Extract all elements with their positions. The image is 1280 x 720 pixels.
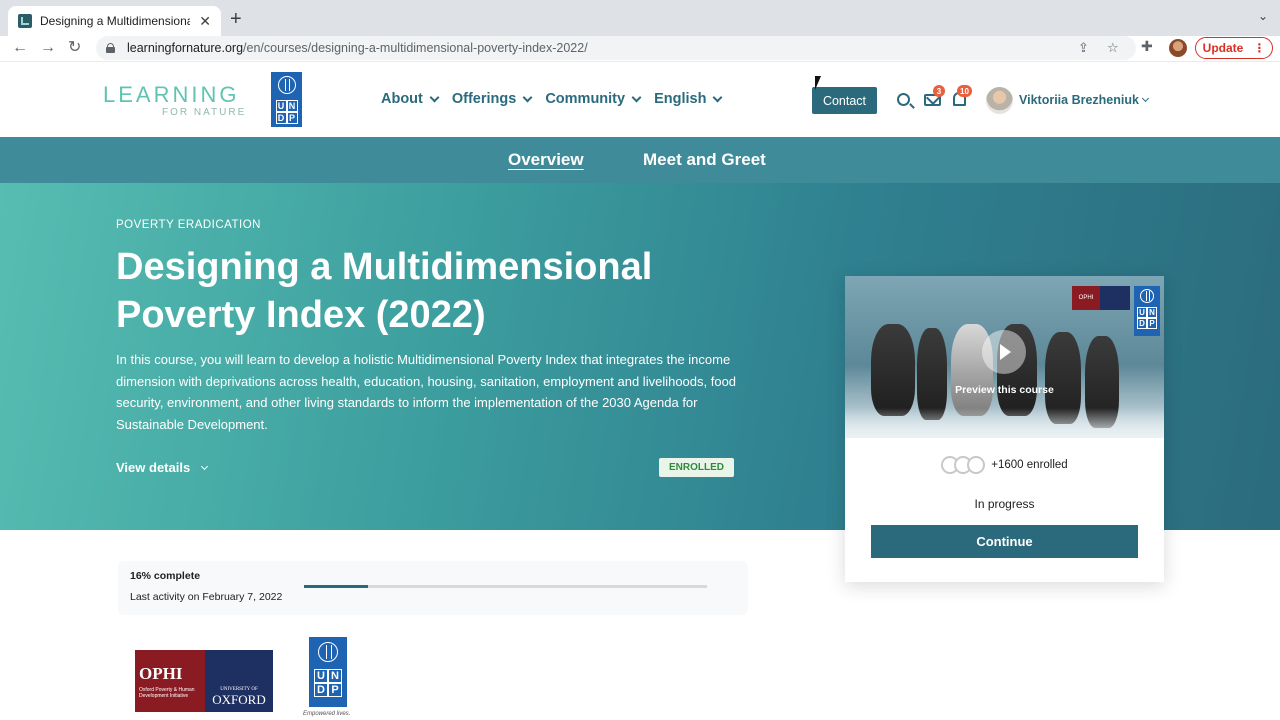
progress-bar-fill — [304, 585, 369, 588]
update-label: Update — [1202, 41, 1244, 55]
un-emblem-icon — [1140, 289, 1154, 303]
ophi-oxford-logo: OPHI Oxford Poverty & Human Development … — [135, 650, 273, 712]
browser-tab[interactable]: Designing a Multidimensional P ✕ — [8, 6, 221, 36]
chevron-down-icon — [713, 92, 723, 102]
chevron-down-icon — [201, 462, 209, 470]
user-avatar[interactable] — [986, 87, 1013, 114]
forward-arrow-icon[interactable]: → — [40, 38, 56, 58]
browser-profile-avatar[interactable] — [1169, 39, 1187, 57]
progress-percent-label: 16% complete — [130, 570, 201, 582]
undp-partner-logo: UN DP — [309, 637, 347, 707]
user-menu-chevron-icon[interactable] — [1141, 94, 1150, 103]
close-tab-icon[interactable]: ✕ — [199, 13, 211, 30]
nav-language-label: English — [654, 91, 707, 107]
preview-face-image — [871, 324, 915, 416]
enrolled-count: +1600 enrolled — [991, 459, 1068, 471]
undp-mini-logo: UN DP — [1134, 286, 1160, 336]
url-path: /en/courses/designing-a-multidimensional… — [243, 41, 588, 55]
mail-count-badge: 3 — [933, 85, 945, 97]
continue-button[interactable]: Continue — [871, 525, 1138, 558]
nav-language[interactable]: English — [654, 91, 723, 107]
browser-tab-strip: Designing a Multidimensional P ✕ + ⌄ — [0, 0, 1280, 36]
course-title: Designing a Multidimensional Poverty Ind… — [116, 246, 653, 336]
nav-about-label: About — [381, 91, 423, 107]
site-favicon-icon — [18, 14, 32, 28]
reload-icon[interactable]: ↻ — [68, 38, 81, 58]
user-name[interactable]: Viktoriia Brezheniuk — [1019, 93, 1139, 107]
share-icon[interactable]: ⇪ — [1078, 40, 1089, 56]
view-details-toggle[interactable]: View details — [116, 460, 209, 475]
tab-overview[interactable]: Overview — [508, 150, 584, 170]
last-activity-text: Last activity on February 7, 2022 — [130, 591, 283, 603]
kebab-menu-icon: ⋮ — [1253, 41, 1266, 55]
progress-bar — [304, 585, 707, 588]
bookmark-star-icon[interactable]: ☆ — [1107, 40, 1119, 56]
logo-learning-text[interactable]: LEARNING — [103, 82, 239, 108]
tab-search-chevron-icon[interactable]: ⌄ — [1258, 9, 1268, 23]
notification-count-badge: 10 — [957, 85, 972, 97]
course-progress-panel: 16% complete Last activity on February 7… — [118, 561, 748, 615]
course-card: OPHI UN DP Preview this course +1600 enr… — [845, 276, 1164, 582]
tab-meet-and-greet[interactable]: Meet and Greet — [643, 150, 766, 170]
view-details-label: View details — [116, 460, 191, 475]
chevron-down-icon — [522, 92, 533, 102]
logo-for-nature-text: FOR NATURE — [162, 107, 247, 118]
un-emblem-icon — [318, 642, 338, 662]
enrolled-avatars — [941, 456, 986, 474]
undp-tagline: Empowered lives. — [303, 711, 351, 717]
preview-course-label: Preview this course — [955, 384, 1054, 396]
ophi-oxford-mini-logo: OPHI — [1072, 286, 1130, 310]
nav-offerings[interactable]: Offerings — [451, 91, 533, 107]
browser-toolbar: ← → ↻ learningfornature.org /en/courses/… — [0, 36, 1280, 62]
enrolled-status-badge: ENROLLED — [659, 458, 734, 477]
course-status-text: In progress — [974, 497, 1035, 511]
course-subnav: Overview Meet and Greet — [0, 137, 1280, 183]
chevron-down-icon — [429, 92, 440, 102]
nav-about[interactable]: About — [381, 91, 440, 107]
undp-letters: UN DP — [275, 100, 298, 124]
main-navigation: About Offerings Community English — [381, 91, 723, 107]
course-category: POVERTY ERADICATION — [116, 219, 261, 231]
undp-logo[interactable]: UN DP — [271, 72, 302, 127]
course-preview-video[interactable]: OPHI UN DP Preview this course — [845, 276, 1164, 438]
course-description: In this course, you will learn to develo… — [116, 352, 737, 433]
tab-title: Designing a Multidimensional P — [40, 14, 190, 28]
oxford-logo-block: UNIVERSITY OF OXFORD — [205, 650, 273, 712]
search-icon[interactable] — [897, 93, 910, 106]
new-tab-button[interactable]: + — [230, 8, 242, 30]
chevron-down-icon — [631, 92, 642, 102]
nav-community[interactable]: Community — [545, 91, 642, 107]
play-icon[interactable] — [982, 330, 1026, 374]
browser-update-button[interactable]: Update ⋮ — [1195, 37, 1273, 59]
url-host: learningfornature.org — [127, 41, 244, 55]
contact-button[interactable]: Contact — [812, 87, 877, 114]
nav-offerings-label: Offerings — [451, 91, 517, 107]
site-header: LEARNING FOR NATURE UN DP About Offering… — [0, 63, 1280, 137]
extensions-puzzle-icon[interactable]: ✚ — [1141, 38, 1153, 55]
mouse-cursor-icon — [815, 76, 821, 90]
address-bar[interactable]: learningfornature.org /en/courses/design… — [96, 36, 1136, 60]
ophi-logo-block: OPHI Oxford Poverty & Human Development … — [135, 650, 205, 712]
back-arrow-icon[interactable]: ← — [12, 38, 28, 58]
nav-community-label: Community — [545, 91, 626, 107]
lock-icon — [106, 43, 115, 53]
un-emblem-icon — [277, 76, 296, 94]
avatar — [967, 456, 986, 474]
preview-face-image — [917, 328, 947, 420]
enrolled-summary: +1600 enrolled — [845, 456, 1164, 474]
brush-stroke-decoration — [845, 408, 1164, 438]
